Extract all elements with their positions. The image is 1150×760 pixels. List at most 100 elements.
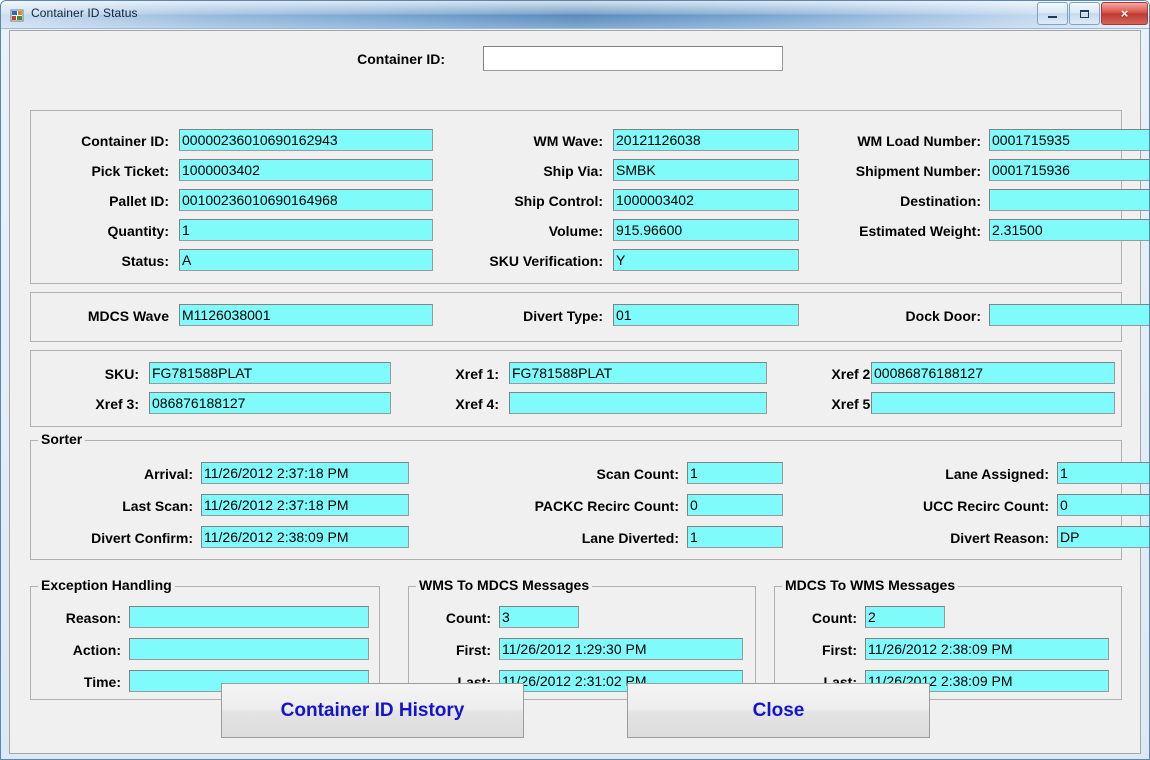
value-exception-action[interactable] [129,638,369,660]
container-id-search-label: Container ID: [357,51,445,67]
value-lane-assigned[interactable]: 1 [1057,462,1149,484]
detail-value-container-id[interactable]: 00000236010690162943 [179,129,433,151]
detail-label-wm-load-number: WM Load Number: [857,133,981,149]
label-lane-diverted: Lane Diverted: [581,530,679,546]
value-mdcs-first[interactable]: 11/26/2012 2:38:09 PM [865,638,1109,660]
label-xref1: Xref 1: [455,366,499,382]
detail-label-destination: Destination: [900,193,981,209]
window-title: Container ID Status [31,6,138,20]
value-dock-door[interactable] [989,304,1149,326]
detail-label-container-id: Container ID: [81,133,169,149]
vb-form-icon [10,8,25,23]
value-scan-count[interactable]: 1 [687,462,783,484]
label-exception-action: Action: [72,642,121,658]
detail-label-shipment-number: Shipment Number: [855,163,981,179]
label-xref3: Xref 3: [95,396,139,412]
label-exception-reason: Reason: [65,610,121,626]
detail-label-ship-control: Ship Control: [514,193,603,209]
label-divert-type: Divert Type: [523,308,603,324]
detail-value-pallet-id[interactable]: 00100236010690164968 [179,189,433,211]
label-lane-assigned: Lane Assigned: [945,466,1049,482]
value-divert-confirm[interactable]: 11/26/2012 2:38:09 PM [201,526,409,548]
detail-value-ship-control[interactable]: 1000003402 [613,189,799,211]
label-divert-confirm: Divert Confirm: [91,530,193,546]
detail-label-estimated-weight: Estimated Weight: [859,223,981,239]
close-button-bottom[interactable]: Close [627,683,930,738]
minimize-button[interactable] [1037,2,1068,25]
detail-value-sku-verification[interactable]: Y [613,249,799,271]
label-xref5: Xref 5: [831,396,875,412]
label-divert-reason: Divert Reason: [950,530,1049,546]
detail-value-pick-ticket[interactable]: 1000003402 [179,159,433,181]
value-divert-reason[interactable]: DP [1057,526,1149,548]
container-id-history-button[interactable]: Container ID History [221,683,524,738]
value-divert-type[interactable]: 01 [613,304,799,326]
value-wms-first[interactable]: 11/26/2012 1:29:30 PM [499,638,743,660]
detail-value-volume[interactable]: 915.96600 [613,219,799,241]
value-xref3[interactable]: 086876188127 [149,392,391,414]
detail-label-quantity: Quantity: [107,223,169,239]
label-last-scan: Last Scan: [122,498,193,514]
close-icon: × [1120,6,1129,21]
label-dock-door: Dock Door: [905,308,981,324]
value-xref4[interactable] [509,392,767,414]
detail-value-wm-wave[interactable]: 20121126038 [613,129,799,151]
title-bar[interactable]: Container ID Status × [1,1,1149,29]
application-window: Container ID Status × Container ID: Cont… [0,0,1150,760]
sorter-group-title: Sorter [38,431,86,447]
sku-xref-panel: SKU: FG781588PLAT Xref 1: FG781588PLAT X… [30,350,1122,427]
window-controls: × [1037,2,1148,25]
value-lane-diverted[interactable]: 1 [687,526,783,548]
container-detail-panel: Container ID: 00000236010690162943 Pick … [30,110,1149,284]
close-button[interactable]: × [1101,2,1148,25]
label-packc-recirc-count: PACKC Recirc Count: [534,498,679,514]
value-xref5[interactable] [871,392,1115,414]
detail-value-wm-load-number[interactable]: 0001715935 [989,129,1149,151]
detail-value-destination[interactable] [989,189,1149,211]
wave-panel: MDCS Wave M1126038001 Divert Type: 01 Do… [30,292,1149,342]
value-ucc-recirc-count[interactable]: 0 [1057,494,1149,516]
value-wms-count[interactable]: 3 [499,606,579,628]
maximize-button[interactable] [1069,2,1100,25]
value-mdcs-count[interactable]: 2 [865,606,945,628]
wms-to-mdcs-title: WMS To MDCS Messages [416,577,593,593]
container-id-search-input[interactable] [483,46,783,71]
detail-label-volume: Volume: [548,223,603,239]
detail-label-status: Status: [121,253,169,269]
detail-label-ship-via: Ship Via: [543,163,603,179]
value-packc-recirc-count[interactable]: 0 [687,494,783,516]
minimize-icon [1038,3,1067,24]
label-sku: SKU: [104,366,139,382]
value-xref1[interactable]: FG781588PLAT [509,362,767,384]
detail-value-quantity[interactable]: 1 [179,219,433,241]
detail-value-estimated-weight[interactable]: 2.31500 [989,219,1149,241]
label-arrival: Arrival: [143,466,193,482]
detail-label-wm-wave: WM Wave: [533,133,603,149]
detail-value-shipment-number[interactable]: 0001715936 [989,159,1149,181]
sorter-group: Sorter Arrival: 11/26/2012 2:37:18 PM La… [30,431,1149,560]
label-xref2: Xref 2: [831,366,875,382]
label-xref4: Xref 4: [455,396,499,412]
detail-label-pick-ticket: Pick Ticket: [91,163,169,179]
label-mdcs-first: First: [822,642,857,658]
value-exception-reason[interactable] [129,606,369,628]
value-mdcs-wave[interactable]: M1126038001 [179,304,433,326]
client-area: Container ID: Container ID: 000002360106… [9,30,1149,754]
mdcs-to-wms-title: MDCS To WMS Messages [782,577,959,593]
value-xref2[interactable]: 00086876188127 [871,362,1115,384]
maximize-icon [1070,3,1099,24]
label-scan-count: Scan Count: [596,466,679,482]
value-last-scan[interactable]: 11/26/2012 2:37:18 PM [201,494,409,516]
label-wms-count: Count: [445,610,491,626]
detail-label-pallet-id: Pallet ID: [109,193,169,209]
detail-value-status[interactable]: A [179,249,433,271]
exception-handling-title: Exception Handling [38,577,175,593]
detail-value-ship-via[interactable]: SMBK [613,159,799,181]
label-ucc-recirc-count: UCC Recirc Count: [922,498,1049,514]
detail-label-sku-verification: SKU Verification: [489,253,603,269]
label-wms-first: First: [456,642,491,658]
value-sku[interactable]: FG781588PLAT [149,362,391,384]
label-mdcs-count: Count: [811,610,857,626]
value-arrival[interactable]: 11/26/2012 2:37:18 PM [201,462,409,484]
label-mdcs-wave: MDCS Wave [87,308,169,324]
